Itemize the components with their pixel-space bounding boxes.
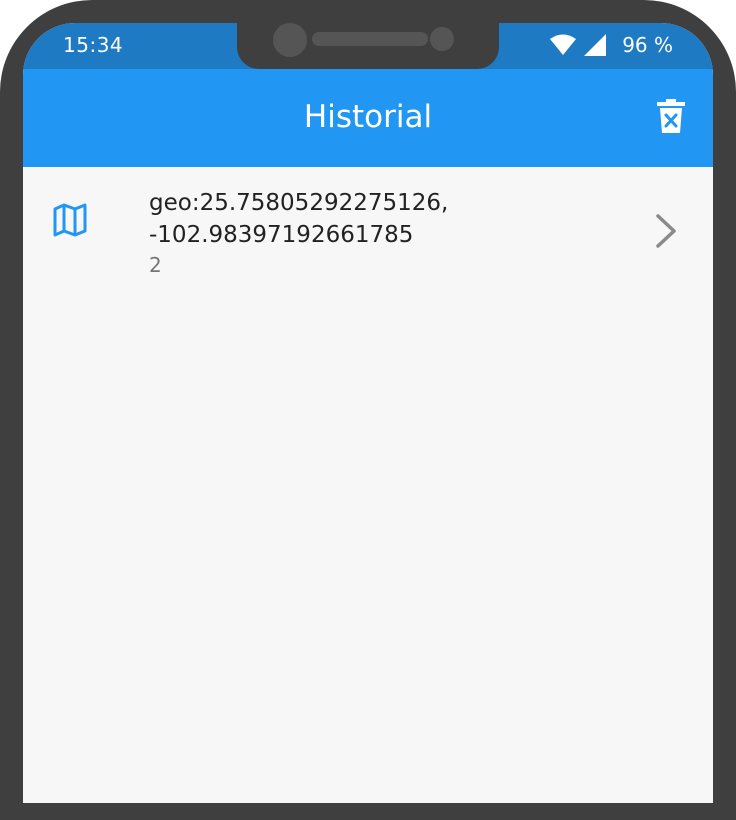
delete-history-button[interactable] <box>657 99 689 135</box>
page-title: Historial <box>303 99 433 135</box>
history-list: geo:25.75805292275126, -102.983971926617… <box>23 167 713 803</box>
chevron-right-icon <box>655 213 677 249</box>
history-item-subtitle: 2 <box>149 253 162 277</box>
camera-notch <box>237 23 499 69</box>
battery-percent: 96 % <box>622 33 673 57</box>
proximity-sensor <box>430 27 454 51</box>
app-bar: Historial <box>23 69 713 167</box>
screen: 15:34 96 % Historial geo:25.758052922751… <box>23 23 713 803</box>
wifi-icon <box>550 34 577 55</box>
status-time: 15:34 <box>63 33 124 57</box>
history-item[interactable]: geo:25.75805292275126, -102.983971926617… <box>23 167 713 295</box>
delete-sweep-icon <box>657 99 685 133</box>
device: 15:34 96 % Historial geo:25.758052922751… <box>0 0 736 820</box>
camera-lens <box>273 23 307 57</box>
map-icon <box>53 203 87 237</box>
speaker-grille <box>312 32 428 46</box>
history-item-title: geo:25.75805292275126, -102.983971926617… <box>149 190 449 248</box>
history-item-text: geo:25.75805292275126, -102.983971926617… <box>149 187 609 279</box>
cell-signal-icon <box>584 34 607 56</box>
status-icons: 96 % <box>550 32 673 58</box>
